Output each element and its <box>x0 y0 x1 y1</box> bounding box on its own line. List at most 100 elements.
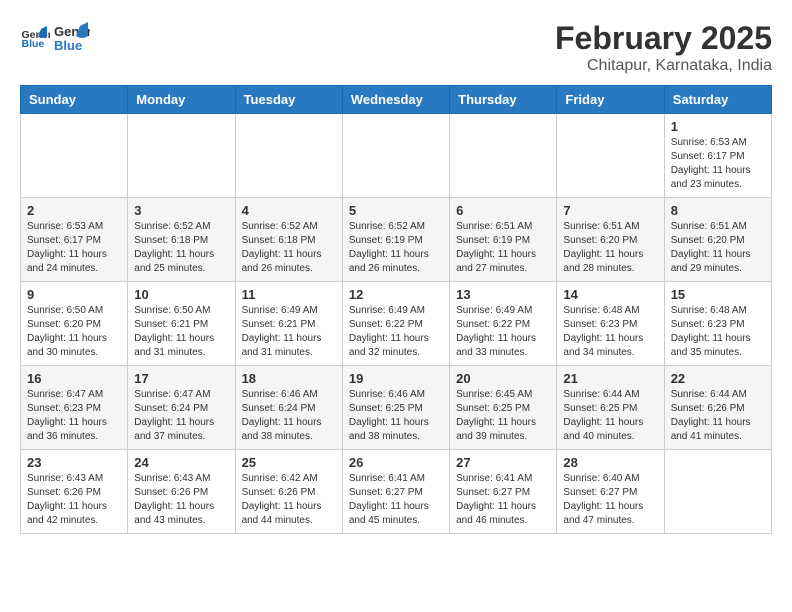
day-number: 6 <box>456 203 550 218</box>
day-info: Sunrise: 6:46 AM Sunset: 6:24 PM Dayligh… <box>242 388 336 444</box>
day-info: Sunrise: 6:44 AM Sunset: 6:25 PM Dayligh… <box>563 388 657 444</box>
day-number: 24 <box>134 455 228 470</box>
calendar-cell: 19 Sunrise: 6:46 AM Sunset: 6:25 PM Dayli… <box>342 366 449 450</box>
day-info: Sunrise: 6:52 AM Sunset: 6:18 PM Dayligh… <box>134 220 228 276</box>
calendar-cell <box>557 114 664 198</box>
calendar-title-area: February 2025 Chitapur, Karnataka, India <box>555 20 772 75</box>
calendar-cell: 14 Sunrise: 6:48 AM Sunset: 6:23 PM Dayli… <box>557 282 664 366</box>
calendar-cell: 12 Sunrise: 6:49 AM Sunset: 6:22 PM Dayli… <box>342 282 449 366</box>
day-info: Sunrise: 6:49 AM Sunset: 6:22 PM Dayligh… <box>349 304 443 360</box>
day-info: Sunrise: 6:53 AM Sunset: 6:17 PM Dayligh… <box>27 220 121 276</box>
calendar-cell: 24 Sunrise: 6:43 AM Sunset: 6:26 PM Dayli… <box>128 450 235 534</box>
calendar-day-header: Wednesday <box>342 86 449 114</box>
day-info: Sunrise: 6:44 AM Sunset: 6:26 PM Dayligh… <box>671 388 765 444</box>
day-number: 12 <box>349 287 443 302</box>
calendar-cell: 11 Sunrise: 6:49 AM Sunset: 6:21 PM Dayli… <box>235 282 342 366</box>
calendar-cell: 10 Sunrise: 6:50 AM Sunset: 6:21 PM Dayli… <box>128 282 235 366</box>
day-number: 8 <box>671 203 765 218</box>
calendar-week-row: 1Sunrise: 6:53 AM Sunset: 6:17 PM Daylig… <box>21 114 772 198</box>
day-number: 4 <box>242 203 336 218</box>
day-number: 11 <box>242 287 336 302</box>
calendar-week-row: 2 Sunrise: 6:53 AM Sunset: 6:17 PM Daylig… <box>21 198 772 282</box>
day-number: 5 <box>349 203 443 218</box>
day-info: Sunrise: 6:48 AM Sunset: 6:23 PM Dayligh… <box>563 304 657 360</box>
svg-text:Blue: Blue <box>22 38 45 50</box>
day-number: 26 <box>349 455 443 470</box>
day-info: Sunrise: 6:50 AM Sunset: 6:20 PM Dayligh… <box>27 304 121 360</box>
calendar-cell: 17 Sunrise: 6:47 AM Sunset: 6:24 PM Dayli… <box>128 366 235 450</box>
day-number: 28 <box>563 455 657 470</box>
calendar-cell: 23Sunrise: 6:43 AM Sunset: 6:26 PM Dayli… <box>21 450 128 534</box>
calendar-cell <box>235 114 342 198</box>
calendar-day-header: Sunday <box>21 86 128 114</box>
calendar-cell: 4 Sunrise: 6:52 AM Sunset: 6:18 PM Daylig… <box>235 198 342 282</box>
calendar-cell: 20 Sunrise: 6:45 AM Sunset: 6:25 PM Dayli… <box>450 366 557 450</box>
day-number: 17 <box>134 371 228 386</box>
calendar-cell: 15 Sunrise: 6:48 AM Sunset: 6:23 PM Dayli… <box>664 282 771 366</box>
calendar-cell: 7 Sunrise: 6:51 AM Sunset: 6:20 PM Daylig… <box>557 198 664 282</box>
day-info: Sunrise: 6:51 AM Sunset: 6:20 PM Dayligh… <box>563 220 657 276</box>
day-number: 14 <box>563 287 657 302</box>
day-number: 27 <box>456 455 550 470</box>
day-number: 2 <box>27 203 121 218</box>
calendar-cell: 28Sunrise: 6:40 AM Sunset: 6:27 PM Dayli… <box>557 450 664 534</box>
day-info: Sunrise: 6:47 AM Sunset: 6:23 PM Dayligh… <box>27 388 121 444</box>
day-number: 9 <box>27 287 121 302</box>
day-info: Sunrise: 6:50 AM Sunset: 6:21 PM Dayligh… <box>134 304 228 360</box>
calendar-week-row: 9 Sunrise: 6:50 AM Sunset: 6:20 PM Daylig… <box>21 282 772 366</box>
calendar-cell: 3 Sunrise: 6:52 AM Sunset: 6:18 PM Daylig… <box>128 198 235 282</box>
day-number: 10 <box>134 287 228 302</box>
day-info: Sunrise: 6:49 AM Sunset: 6:22 PM Dayligh… <box>456 304 550 360</box>
day-info: Sunrise: 6:45 AM Sunset: 6:25 PM Dayligh… <box>456 388 550 444</box>
calendar-cell: 22 Sunrise: 6:44 AM Sunset: 6:26 PM Dayli… <box>664 366 771 450</box>
svg-text:Blue: Blue <box>54 38 82 53</box>
calendar-week-row: 16 Sunrise: 6:47 AM Sunset: 6:23 PM Dayli… <box>21 366 772 450</box>
day-number: 19 <box>349 371 443 386</box>
calendar-cell: 21 Sunrise: 6:44 AM Sunset: 6:25 PM Dayli… <box>557 366 664 450</box>
day-info: Sunrise: 6:41 AM Sunset: 6:27 PM Dayligh… <box>456 472 550 528</box>
day-info: Sunrise: 6:53 AM Sunset: 6:17 PM Dayligh… <box>671 136 765 192</box>
calendar-day-header: Saturday <box>664 86 771 114</box>
calendar-day-header: Thursday <box>450 86 557 114</box>
calendar-cell: 27 Sunrise: 6:41 AM Sunset: 6:27 PM Dayli… <box>450 450 557 534</box>
day-number: 16 <box>27 371 121 386</box>
day-info: Sunrise: 6:52 AM Sunset: 6:19 PM Dayligh… <box>349 220 443 276</box>
day-number: 20 <box>456 371 550 386</box>
day-number: 7 <box>563 203 657 218</box>
day-info: Sunrise: 6:41 AM Sunset: 6:27 PM Dayligh… <box>349 472 443 528</box>
calendar-cell: 8 Sunrise: 6:51 AM Sunset: 6:20 PM Daylig… <box>664 198 771 282</box>
calendar-cell: 26 Sunrise: 6:41 AM Sunset: 6:27 PM Dayli… <box>342 450 449 534</box>
general-blue-logo-icon: General Blue <box>54 20 90 56</box>
page-header: General Blue General Blue February 2025 … <box>20 20 772 75</box>
day-number: 3 <box>134 203 228 218</box>
day-info: Sunrise: 6:47 AM Sunset: 6:24 PM Dayligh… <box>134 388 228 444</box>
calendar-cell: 16 Sunrise: 6:47 AM Sunset: 6:23 PM Dayli… <box>21 366 128 450</box>
day-info: Sunrise: 6:46 AM Sunset: 6:25 PM Dayligh… <box>349 388 443 444</box>
calendar-cell <box>342 114 449 198</box>
day-info: Sunrise: 6:51 AM Sunset: 6:20 PM Dayligh… <box>671 220 765 276</box>
day-info: Sunrise: 6:43 AM Sunset: 6:26 PM Dayligh… <box>134 472 228 528</box>
calendar-cell: 13 Sunrise: 6:49 AM Sunset: 6:22 PM Dayli… <box>450 282 557 366</box>
calendar-cell: 18 Sunrise: 6:46 AM Sunset: 6:24 PM Dayli… <box>235 366 342 450</box>
day-number: 25 <box>242 455 336 470</box>
calendar-cell: 6 Sunrise: 6:51 AM Sunset: 6:19 PM Daylig… <box>450 198 557 282</box>
day-info: Sunrise: 6:52 AM Sunset: 6:18 PM Dayligh… <box>242 220 336 276</box>
calendar-cell <box>450 114 557 198</box>
logo: General Blue General Blue <box>20 20 90 56</box>
day-info: Sunrise: 6:49 AM Sunset: 6:21 PM Dayligh… <box>242 304 336 360</box>
location-subtitle: Chitapur, Karnataka, India <box>555 57 772 75</box>
calendar-cell: 5 Sunrise: 6:52 AM Sunset: 6:19 PM Daylig… <box>342 198 449 282</box>
calendar-day-header: Tuesday <box>235 86 342 114</box>
day-info: Sunrise: 6:51 AM Sunset: 6:19 PM Dayligh… <box>456 220 550 276</box>
day-number: 23 <box>27 455 121 470</box>
day-info: Sunrise: 6:48 AM Sunset: 6:23 PM Dayligh… <box>671 304 765 360</box>
day-number: 13 <box>456 287 550 302</box>
day-number: 21 <box>563 371 657 386</box>
day-number: 22 <box>671 371 765 386</box>
calendar-table: SundayMondayTuesdayWednesdayThursdayFrid… <box>20 85 772 534</box>
day-number: 15 <box>671 287 765 302</box>
calendar-day-header: Friday <box>557 86 664 114</box>
day-info: Sunrise: 6:42 AM Sunset: 6:26 PM Dayligh… <box>242 472 336 528</box>
day-number: 18 <box>242 371 336 386</box>
calendar-cell: 1Sunrise: 6:53 AM Sunset: 6:17 PM Daylig… <box>664 114 771 198</box>
